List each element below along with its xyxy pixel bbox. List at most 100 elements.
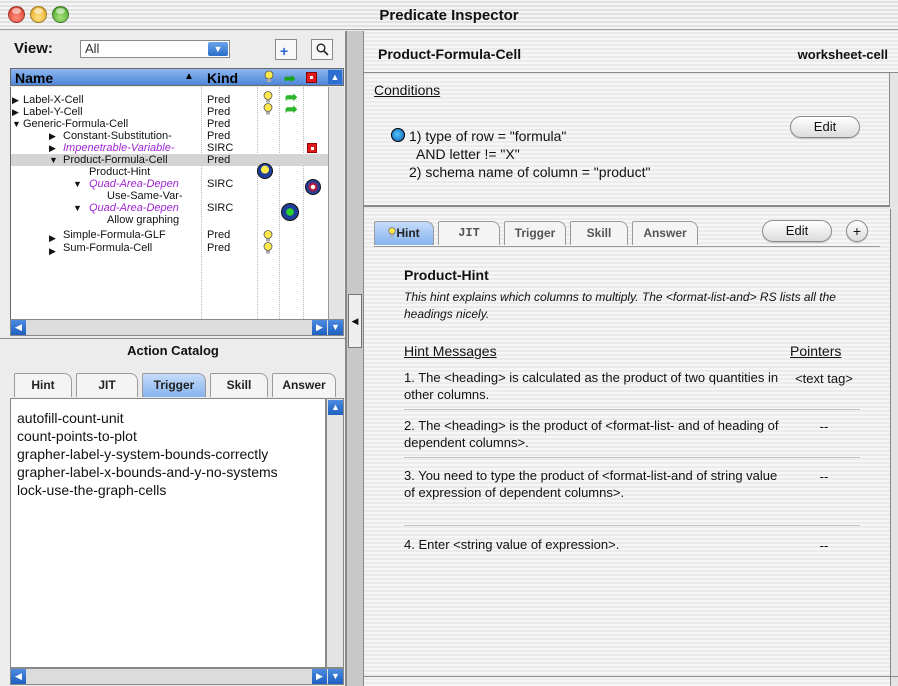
view-label: View: [14,40,53,57]
action-catalog-tabs: Hint JIT Trigger Skill Answer [10,373,344,397]
tab-answer[interactable]: Answer [272,373,336,397]
tab-trigger[interactable]: Trigger [504,221,566,245]
action-list-vertical-scrollbar[interactable]: ▲ [326,398,344,668]
sort-ascending-icon[interactable]: ▲ [184,71,194,82]
kind-column-header[interactable]: Kind [207,70,238,86]
edit-hint-button[interactable]: Edit [762,220,832,242]
disclosure-expanded-icon[interactable]: ▼ [73,202,82,214]
hint-pane-scrollbar[interactable] [890,209,898,686]
tree-row-label: Use-Same-Var- [107,190,183,202]
hint-message[interactable]: 3. You need to type the product of <form… [404,467,784,501]
tree-horizontal-scrollbar[interactable]: ◀ ▶ ▼ [10,319,344,336]
tab-hint[interactable]: Hint [14,373,72,397]
scroll-right-button[interactable]: ▶ [312,320,327,335]
scroll-down-button[interactable]: ▼ [328,669,343,684]
tree-row-label: Label-X-Cell [23,94,84,106]
tree-row[interactable]: ▶ Label-Y-Cell Pred [11,106,329,118]
tab-answer[interactable]: Answer [632,221,698,245]
hint-message[interactable]: 1. The <heading> is calculated as the pr… [404,369,784,403]
error-icon[interactable] [306,70,317,86]
cell-name: Product-Formula-Cell [378,46,522,62]
tab-trigger[interactable]: Trigger [142,373,206,397]
add-button[interactable]: + [846,220,868,242]
inspector-header: Product-Formula-Cell worksheet-cell [364,31,898,73]
tree-row[interactable]: ▼ Generic-Formula-Cell Pred [11,118,329,130]
conditions-heading: Conditions [374,82,441,98]
tree-row-kind: Pred [207,118,231,130]
hint-message[interactable]: 4. Enter <string value of expression>. [404,536,784,553]
tree-row-kind: Pred [207,94,231,106]
conditions-scrollbar[interactable] [889,73,898,207]
tree-row-label: Simple-Formula-GLF [63,229,166,241]
tree-row[interactable]: Use-Same-Var- [11,190,329,202]
tree-row[interactable]: ▼ Quad-Area-Depen SIRC [11,178,329,190]
tab-skill[interactable]: Skill [570,221,628,245]
window-titlebar: Predicate Inspector [0,0,898,30]
tree-vertical-scrollbar[interactable] [328,87,344,319]
name-column-header[interactable]: Name [15,70,53,86]
tree-row-selected[interactable]: ▼ Product-Formula-Cell Pred [11,154,329,166]
tree-row[interactable]: ▶ Simple-Formula-GLF Pred [11,229,329,243]
scroll-up-button[interactable]: ▲ [328,70,342,84]
tree-row-label: Generic-Formula-Cell [23,118,129,130]
hint-pointer[interactable]: -- [774,538,874,553]
list-item[interactable]: autofill-count-unit [17,410,124,426]
collapse-pane-icon[interactable]: ◀ [348,294,362,348]
tab-hint-label: Hint [396,226,420,240]
disclosure-expanded-icon[interactable]: ▼ [49,154,58,166]
scroll-down-button[interactable]: ▼ [328,320,343,335]
condition-line: AND letter != "X" [416,146,520,162]
green-arrow-icon[interactable]: ➦ [284,70,296,87]
condition-line: 2) schema name of column = "product" [409,164,651,180]
condition-status-icon [391,128,405,142]
scroll-left-button[interactable]: ◀ [11,669,26,684]
hint-tabs: Hint JIT Trigger Skill Answer [374,221,754,247]
hint-pointer[interactable]: -- [774,419,874,434]
hint-message[interactable]: 2. The <heading> is the product of <form… [404,417,784,451]
list-item[interactable]: grapher-label-y-system-bounds-correctly [17,446,268,462]
disclosure-expanded-icon[interactable]: ▼ [12,118,21,130]
edit-conditions-button[interactable]: Edit [790,116,860,138]
disclosure-collapsed-icon[interactable]: ▶ [49,245,56,257]
action-list-horizontal-scrollbar[interactable]: ◀ ▶ ▼ [10,668,344,685]
tree-row[interactable]: ▶ Sum-Formula-Cell Pred [11,242,329,257]
new-document-icon: + [280,43,289,59]
scroll-up-button[interactable]: ▲ [328,400,343,415]
disclosure-expanded-icon[interactable]: ▼ [73,178,82,190]
tree-row[interactable]: ▶ Constant-Substitution- Pred [11,130,329,142]
lightbulb-icon[interactable] [264,70,274,87]
hint-body: Product-Hint This hint explains which co… [374,247,880,677]
disclosure-collapsed-icon[interactable]: ▶ [49,142,56,154]
list-item[interactable]: count-points-to-plot [17,428,137,444]
green-arrow-icon: ➦ [285,101,298,118]
tab-hint[interactable]: Hint [374,221,434,245]
tree-row-label: Sum-Formula-Cell [63,242,153,254]
condition-line: 1) type of row = "formula" [409,128,567,144]
hint-pointer[interactable]: -- [774,469,874,484]
disclosure-collapsed-icon[interactable]: ▶ [12,106,19,118]
chevron-down-icon[interactable]: ▼ [208,42,228,56]
pane-splitter[interactable]: ◀ [346,31,364,686]
tab-skill[interactable]: Skill [210,373,268,397]
tab-jit[interactable]: JIT [76,373,138,397]
disclosure-collapsed-icon[interactable]: ▶ [12,94,19,106]
search-button[interactable] [311,39,333,60]
predicate-tree: ▶ Label-X-Cell Pred ▶ Label-Y-Cell Pred … [10,87,344,319]
conditions-pane: Conditions 1) type of row = "formula" AN… [364,73,890,207]
tree-row[interactable]: ▶ Label-X-Cell Pred [11,94,329,106]
tree-row[interactable]: Product-Hint [11,166,329,178]
disclosure-collapsed-icon[interactable]: ▶ [49,130,56,142]
tab-jit[interactable]: JIT [438,221,500,245]
hint-pointer[interactable]: <text tag> [774,371,874,386]
new-predicate-button[interactable]: + [275,39,297,60]
view-select[interactable]: All ▼ [80,40,230,58]
list-item[interactable]: grapher-label-x-bounds-and-y-no-systems [17,464,278,480]
magnifier-icon [316,43,329,56]
action-catalog: Action Catalog Hint JIT Trigger Skill An… [0,338,346,686]
tree-row[interactable]: ▶ Impenetrable-Variable- SIRC [11,142,329,154]
list-item[interactable]: lock-use-the-graph-cells [17,482,166,498]
tree-row-label: Quad-Area-Depen [89,178,179,190]
tree-row-label: Product-Formula-Cell [63,154,168,166]
scroll-left-button[interactable]: ◀ [11,320,26,335]
scroll-right-button[interactable]: ▶ [312,669,327,684]
